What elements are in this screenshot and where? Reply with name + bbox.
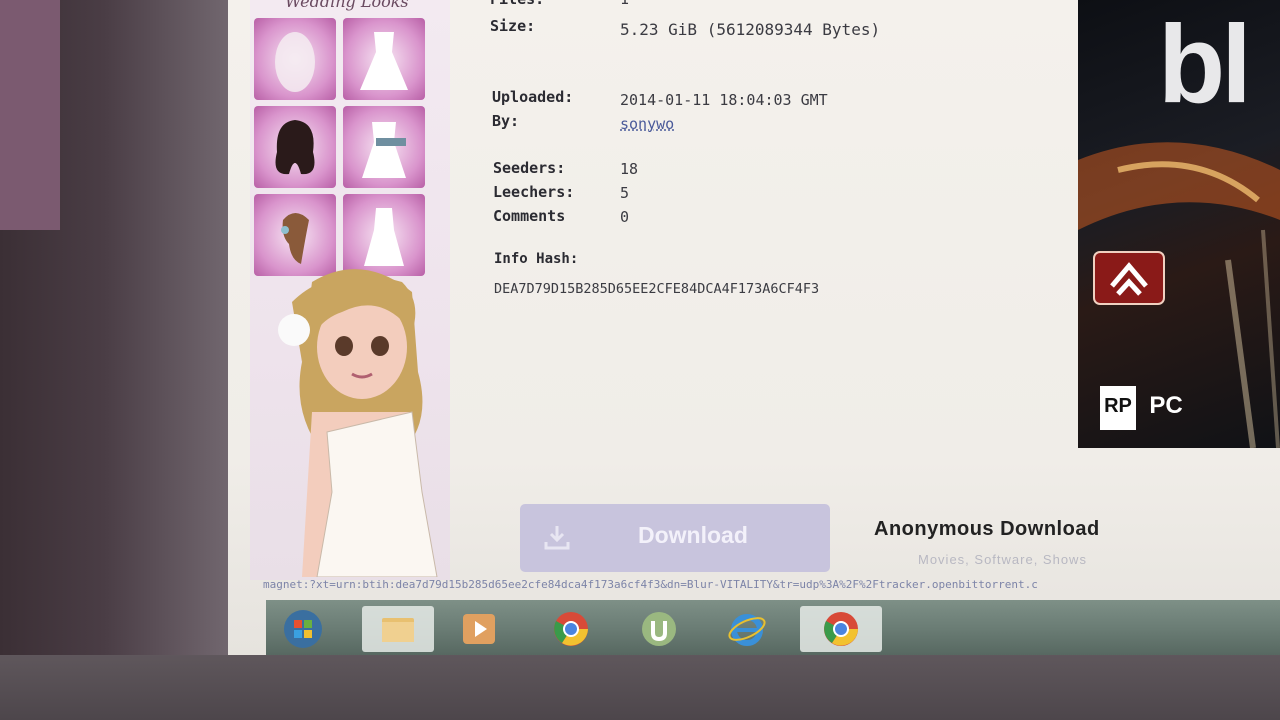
start-button[interactable] xyxy=(274,606,332,652)
taskbar-chrome-active[interactable] xyxy=(800,606,882,652)
files-label: Files: xyxy=(490,0,544,8)
utorrent-icon xyxy=(642,612,676,646)
taskbar-internet-explorer[interactable] xyxy=(718,606,776,652)
seeders-label: Seeders: xyxy=(493,159,566,177)
game-title: Wedding Looks xyxy=(285,0,409,11)
comments-value: 0 xyxy=(620,208,630,226)
windows-orb-icon xyxy=(284,610,322,648)
folder-icon xyxy=(382,618,414,642)
size-value: 5.23 GiB (5612089344 Bytes) xyxy=(620,20,881,39)
internet-explorer-icon xyxy=(728,614,766,646)
taskbar-chrome[interactable] xyxy=(542,606,600,652)
ad-artwork xyxy=(1078,142,1280,448)
taskbar-media-player[interactable] xyxy=(450,606,508,652)
chrome-icon xyxy=(824,612,858,646)
taskbar-utorrent[interactable] xyxy=(630,606,688,652)
dress-icon xyxy=(360,32,408,90)
game-ad-banner[interactable]: bl RP PC xyxy=(1078,0,1280,448)
comments-label: Comments xyxy=(493,207,566,225)
monitor-bezel-left xyxy=(0,0,260,720)
monitor-bezel-bottom xyxy=(0,655,1280,720)
download-icon xyxy=(540,522,574,557)
download-button[interactable]: Download xyxy=(520,504,830,572)
platform-badge: PC xyxy=(1149,392,1183,419)
seeders-value: 18 xyxy=(620,160,639,178)
download-button-label: Download xyxy=(638,522,748,548)
leechers-label: Leechers: xyxy=(493,183,575,201)
browser-page: Wedding Looks Size: 5.23 GiB (5612089344… xyxy=(228,0,1280,655)
veil-tile[interactable] xyxy=(254,18,336,100)
windows-taskbar xyxy=(266,600,1280,658)
media-player-icon xyxy=(463,614,495,644)
dress-tile-1[interactable] xyxy=(343,18,425,100)
dressup-game-ad[interactable]: Wedding Looks xyxy=(250,0,450,580)
status-bar-url: magnet:?xt=urn:btih:dea7d79d15b285d65ee2… xyxy=(263,578,1038,591)
uploader-link[interactable]: sonywo xyxy=(620,115,674,133)
dark-hair-icon xyxy=(275,120,315,175)
uploaded-label: Uploaded: xyxy=(492,88,574,106)
taskbar-file-explorer[interactable] xyxy=(362,606,434,652)
leechers-value: 5 xyxy=(620,184,630,202)
anonymous-download-subtitle: Movies, Software, Shows xyxy=(918,552,1087,567)
background-wall xyxy=(0,0,60,230)
gown-icon xyxy=(364,208,404,266)
dress-tile-2[interactable] xyxy=(343,106,425,188)
hair-tile-1[interactable] xyxy=(254,106,336,188)
info-hash-label: Info Hash: xyxy=(494,251,579,267)
doll-avatar xyxy=(272,262,452,578)
uploaded-value: 2014-01-11 18:04:03 GMT xyxy=(620,91,828,109)
info-hash-value: DEA7D79D15B285D65EE2CFE84DCA4F173A6CF4F3 xyxy=(494,281,820,297)
side-hair-icon xyxy=(281,213,309,264)
rating-badge: RP xyxy=(1100,386,1136,430)
size-label: Size: xyxy=(490,17,536,35)
veil-icon xyxy=(275,32,315,92)
by-label: By: xyxy=(492,112,520,130)
files-value: 1 xyxy=(620,0,629,8)
anonymous-download-link[interactable]: Anonymous Download xyxy=(874,518,1100,541)
chrome-icon xyxy=(554,612,588,646)
sash-dress-icon xyxy=(362,122,406,178)
